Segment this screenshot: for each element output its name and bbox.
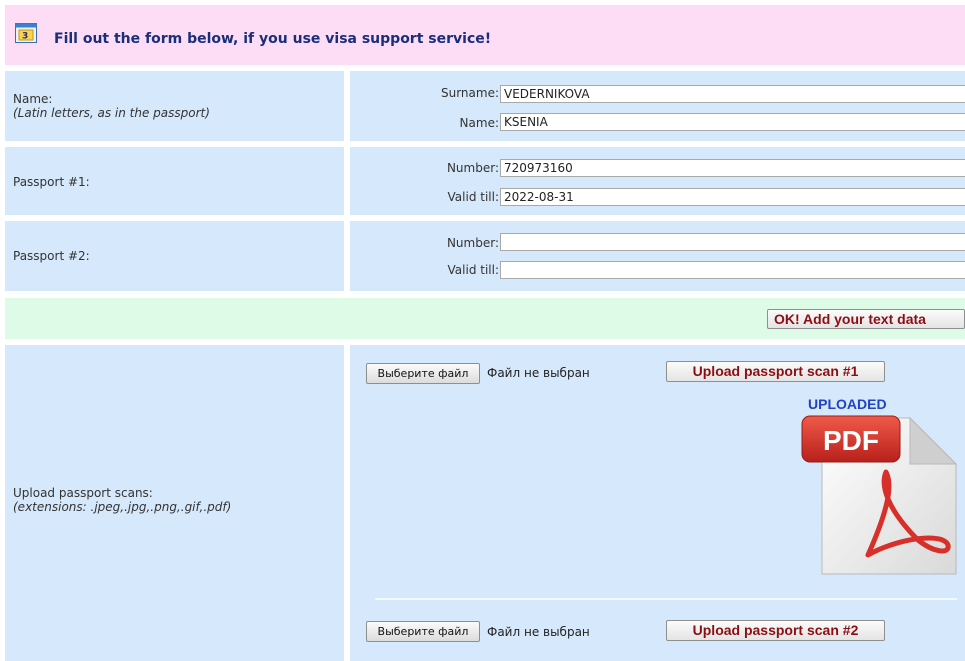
passport2-row: Passport #2: Number: Valid till: — [5, 221, 965, 291]
form-title: Fill out the form below, if you use visa… — [54, 31, 492, 47]
upload-hint: (extensions: .jpeg,.jpg,.png,.gif,.pdf) — [13, 500, 232, 514]
pdf-badge-text: PDF — [823, 425, 879, 456]
file-status-1: Файл не выбран — [487, 366, 590, 380]
first-name-label: Name: — [459, 116, 499, 130]
upload-scan-2-button[interactable]: Upload passport scan #2 — [666, 620, 885, 641]
passport2-number-label: Number: — [446, 236, 499, 250]
passport2-valid-input[interactable] — [500, 261, 965, 279]
upload-label: Upload passport scans: — [13, 486, 153, 500]
name-row: Name: (Latin letters, as in the passport… — [5, 71, 965, 141]
passport1-valid-label: Valid till: — [447, 190, 499, 204]
passport1-number-input[interactable] — [500, 159, 965, 177]
file-status-2: Файл не выбран — [487, 625, 590, 639]
passport2-valid-label: Valid till: — [447, 263, 499, 277]
passport1-valid-input[interactable] — [500, 188, 965, 206]
first-name-input[interactable] — [500, 113, 965, 131]
pdf-file-icon: PDF — [801, 415, 958, 575]
surname-label: Surname: — [440, 86, 499, 100]
surname-input[interactable] — [500, 85, 965, 103]
passport1-number-label: Number: — [446, 161, 499, 175]
form-header: 3 Fill out the form below, if you use vi… — [5, 5, 965, 65]
passport2-label: Passport #2: — [13, 249, 90, 263]
form-icon: 3 — [15, 23, 37, 43]
choose-file-2-button[interactable]: Выберите файл — [366, 621, 480, 642]
passport1-row: Passport #1: Number: Valid till: — [5, 147, 965, 215]
passport2-number-input[interactable] — [500, 233, 965, 251]
passport1-label: Passport #1: — [13, 175, 90, 189]
add-text-data-button[interactable]: OK! Add your text data — [767, 309, 965, 329]
name-label: Name: — [13, 92, 53, 106]
svg-text:3: 3 — [22, 32, 28, 42]
choose-file-1-button[interactable]: Выберите файл — [366, 363, 480, 384]
upload-separator — [375, 598, 957, 600]
name-hint: (Latin letters, as in the passport) — [13, 106, 210, 120]
upload-scan-1-button[interactable]: Upload passport scan #1 — [666, 361, 885, 382]
